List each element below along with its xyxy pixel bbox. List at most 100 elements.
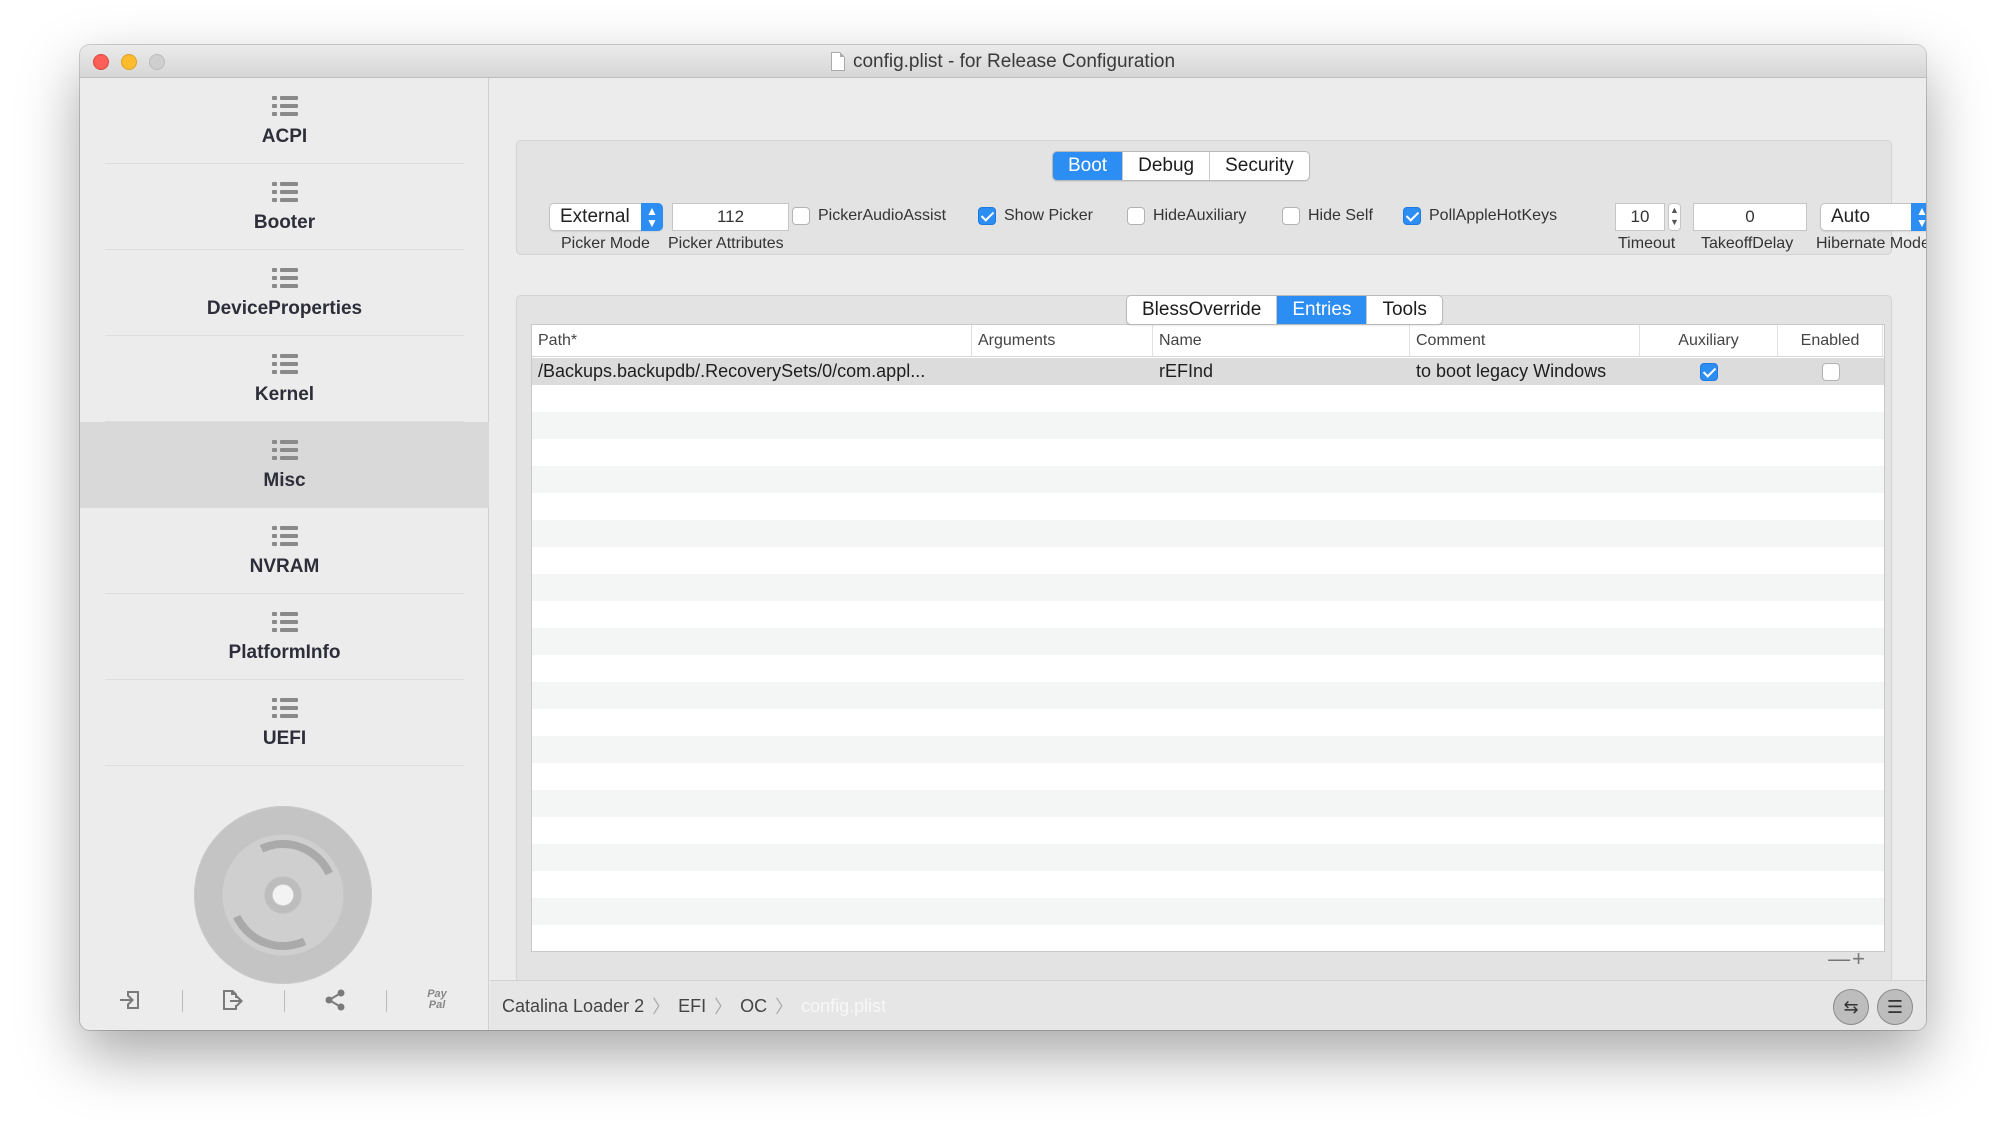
checkbox-checked	[1403, 207, 1421, 225]
sidebar-item-kernel[interactable]: Kernel	[80, 336, 489, 422]
cell-comment[interactable]: to boot legacy Windows	[1410, 358, 1640, 385]
checkbox-label: HideAuxiliary	[1153, 207, 1247, 224]
checkbox-label: Hide Self	[1308, 207, 1373, 224]
chevron-updown-icon: ▲ ▼	[641, 203, 663, 231]
cell-enabled	[1778, 358, 1883, 385]
table-row[interactable]: /Backups.backupdb/.RecoverySets/0/com.ap…	[532, 358, 1884, 385]
show-picker-checkbox[interactable]: Show Picker	[978, 207, 1093, 225]
path-bar: Catalina Loader 2 〉 EFI 〉 OC 〉 config.pl…	[490, 980, 1926, 1030]
checkbox-unchecked	[1282, 207, 1300, 225]
sidebar-item-platforminfo[interactable]: PlatformInfo	[80, 594, 489, 680]
column-header-path[interactable]: Path*	[532, 325, 972, 357]
column-header-comment[interactable]: Comment	[1410, 325, 1640, 357]
enabled-checkbox[interactable]	[1822, 363, 1840, 381]
hide-self-checkbox[interactable]: Hide Self	[1282, 207, 1373, 225]
sidebar-item-acpi[interactable]: ACPI	[80, 78, 489, 164]
add-remove-buttons[interactable]: —+	[1828, 946, 1867, 972]
timeout-caption: Timeout	[1618, 235, 1676, 252]
tab-tools[interactable]: Tools	[1367, 296, 1441, 324]
list-icon	[271, 696, 298, 720]
sidebar-item-misc[interactable]: Misc	[80, 422, 489, 508]
hibernate-mode-value: Auto	[1831, 206, 1871, 227]
sidebar-item-label: NVRAM	[249, 556, 320, 577]
column-header-auxiliary[interactable]: Auxiliary	[1640, 325, 1778, 357]
swap-arrows-icon: ⇆	[1843, 996, 1859, 1017]
timeout-field[interactable]: 10	[1615, 203, 1665, 231]
document-icon	[830, 52, 845, 71]
hibernate-mode-select[interactable]: Auto ▲ ▼	[1820, 203, 1926, 231]
hide-auxiliary-checkbox[interactable]: HideAuxiliary	[1127, 207, 1246, 225]
sidebar-item-label: Booter	[253, 212, 316, 233]
breadcrumb-item-file[interactable]: config.plist	[801, 996, 886, 1017]
checkbox-label: PollAppleHotKeys	[1429, 207, 1558, 224]
chevron-updown-icon: ▲ ▼	[1911, 203, 1926, 231]
sidebar-item-deviceproperties[interactable]: DeviceProperties	[80, 250, 489, 336]
column-header-arguments[interactable]: Arguments	[972, 325, 1153, 357]
list-icon	[271, 610, 298, 634]
cell-path[interactable]: /Backups.backupdb/.RecoverySets/0/com.ap…	[532, 358, 972, 385]
cell-arguments[interactable]	[972, 358, 1153, 385]
paypal-icon: Pay Pal	[427, 988, 447, 1011]
list-view-button[interactable]: ☰	[1877, 989, 1913, 1025]
list-icon	[271, 352, 298, 376]
breadcrumb-item-oc[interactable]: OC	[740, 996, 767, 1017]
timeout-stepper[interactable]: ▲ ▼	[1668, 203, 1681, 231]
window-title: config.plist - for Release Configuration	[852, 50, 1176, 72]
cell-name[interactable]: rEFInd	[1153, 358, 1410, 385]
sidebar-item-nvram[interactable]: NVRAM	[80, 508, 489, 594]
checkbox-unchecked	[792, 207, 810, 225]
share-icon	[325, 989, 345, 1011]
column-header-enabled[interactable]: Enabled	[1778, 325, 1883, 357]
list-icon	[271, 524, 298, 548]
sidebar-item-booter[interactable]: Booter	[80, 164, 489, 250]
sidebar-item-label: UEFI	[262, 728, 307, 749]
checkbox-checked	[978, 207, 996, 225]
tab-entries[interactable]: Entries	[1277, 296, 1368, 324]
column-header-name[interactable]: Name	[1153, 325, 1410, 357]
sidebar: ACPI Booter DeviceProperties Kernel Misc…	[80, 78, 489, 1030]
sidebar-toolbar: Pay Pal	[80, 970, 489, 1030]
picker-audio-assist-checkbox[interactable]: PickerAudioAssist	[792, 207, 946, 225]
tab-debug[interactable]: Debug	[1123, 152, 1211, 180]
checkbox-label: Show Picker	[1004, 207, 1093, 224]
export-button[interactable]	[182, 970, 284, 1030]
list-icon: ☰	[1886, 996, 1904, 1017]
share-button[interactable]	[284, 970, 386, 1030]
sidebar-item-label: PlatformInfo	[228, 642, 341, 663]
sub-tab-bar: BlessOverride Entries Tools	[1126, 295, 1443, 325]
poll-apple-hotkeys-checkbox[interactable]: PollAppleHotKeys	[1403, 207, 1557, 225]
auxiliary-checkbox[interactable]	[1700, 363, 1718, 381]
tab-blessoverride[interactable]: BlessOverride	[1127, 296, 1278, 324]
list-icon	[271, 266, 298, 290]
picker-attributes-field[interactable]: 112	[672, 203, 789, 231]
list-icon	[271, 94, 298, 118]
import-icon	[120, 991, 139, 1009]
tab-boot[interactable]: Boot	[1053, 152, 1124, 180]
top-tab-bar: Boot Debug Security	[1052, 151, 1310, 181]
picker-mode-select[interactable]: External ▲ ▼	[549, 203, 663, 231]
sidebar-item-label: Misc	[263, 470, 306, 491]
entries-table: Path* Arguments Name Comment Auxiliary E…	[531, 324, 1885, 952]
chevron-right-icon: 〉	[652, 997, 671, 1017]
cell-auxiliary	[1640, 358, 1778, 385]
main-content: Boot Debug Security External ▲ ▼ Picker M…	[490, 78, 1926, 1030]
sidebar-item-label: DeviceProperties	[206, 298, 363, 319]
list-icon	[271, 438, 298, 462]
sidebar-item-label: ACPI	[261, 126, 308, 147]
picker-mode-caption: Picker Mode	[561, 235, 650, 252]
sync-button[interactable]: ⇆	[1833, 989, 1869, 1025]
window-title-wrap: config.plist - for Release Configuration	[80, 45, 1926, 78]
checkbox-label: PickerAudioAssist	[818, 207, 947, 224]
picker-attributes-caption: Picker Attributes	[668, 235, 784, 252]
import-button[interactable]	[80, 970, 182, 1030]
table-header: Path* Arguments Name Comment Auxiliary E…	[532, 325, 1884, 357]
breadcrumb-item-volume[interactable]: Catalina Loader 2	[502, 996, 644, 1017]
chevron-right-icon: 〉	[714, 997, 733, 1017]
paypal-button[interactable]: Pay Pal	[386, 970, 488, 1030]
tab-security[interactable]: Security	[1210, 152, 1309, 180]
sidebar-item-uefi[interactable]: UEFI	[80, 680, 489, 766]
takeoff-delay-field[interactable]: 0	[1693, 203, 1807, 231]
entries-panel: Path* Arguments Name Comment Auxiliary E…	[516, 295, 1892, 983]
checkbox-unchecked	[1127, 207, 1145, 225]
breadcrumb-item-efi[interactable]: EFI	[678, 996, 706, 1017]
